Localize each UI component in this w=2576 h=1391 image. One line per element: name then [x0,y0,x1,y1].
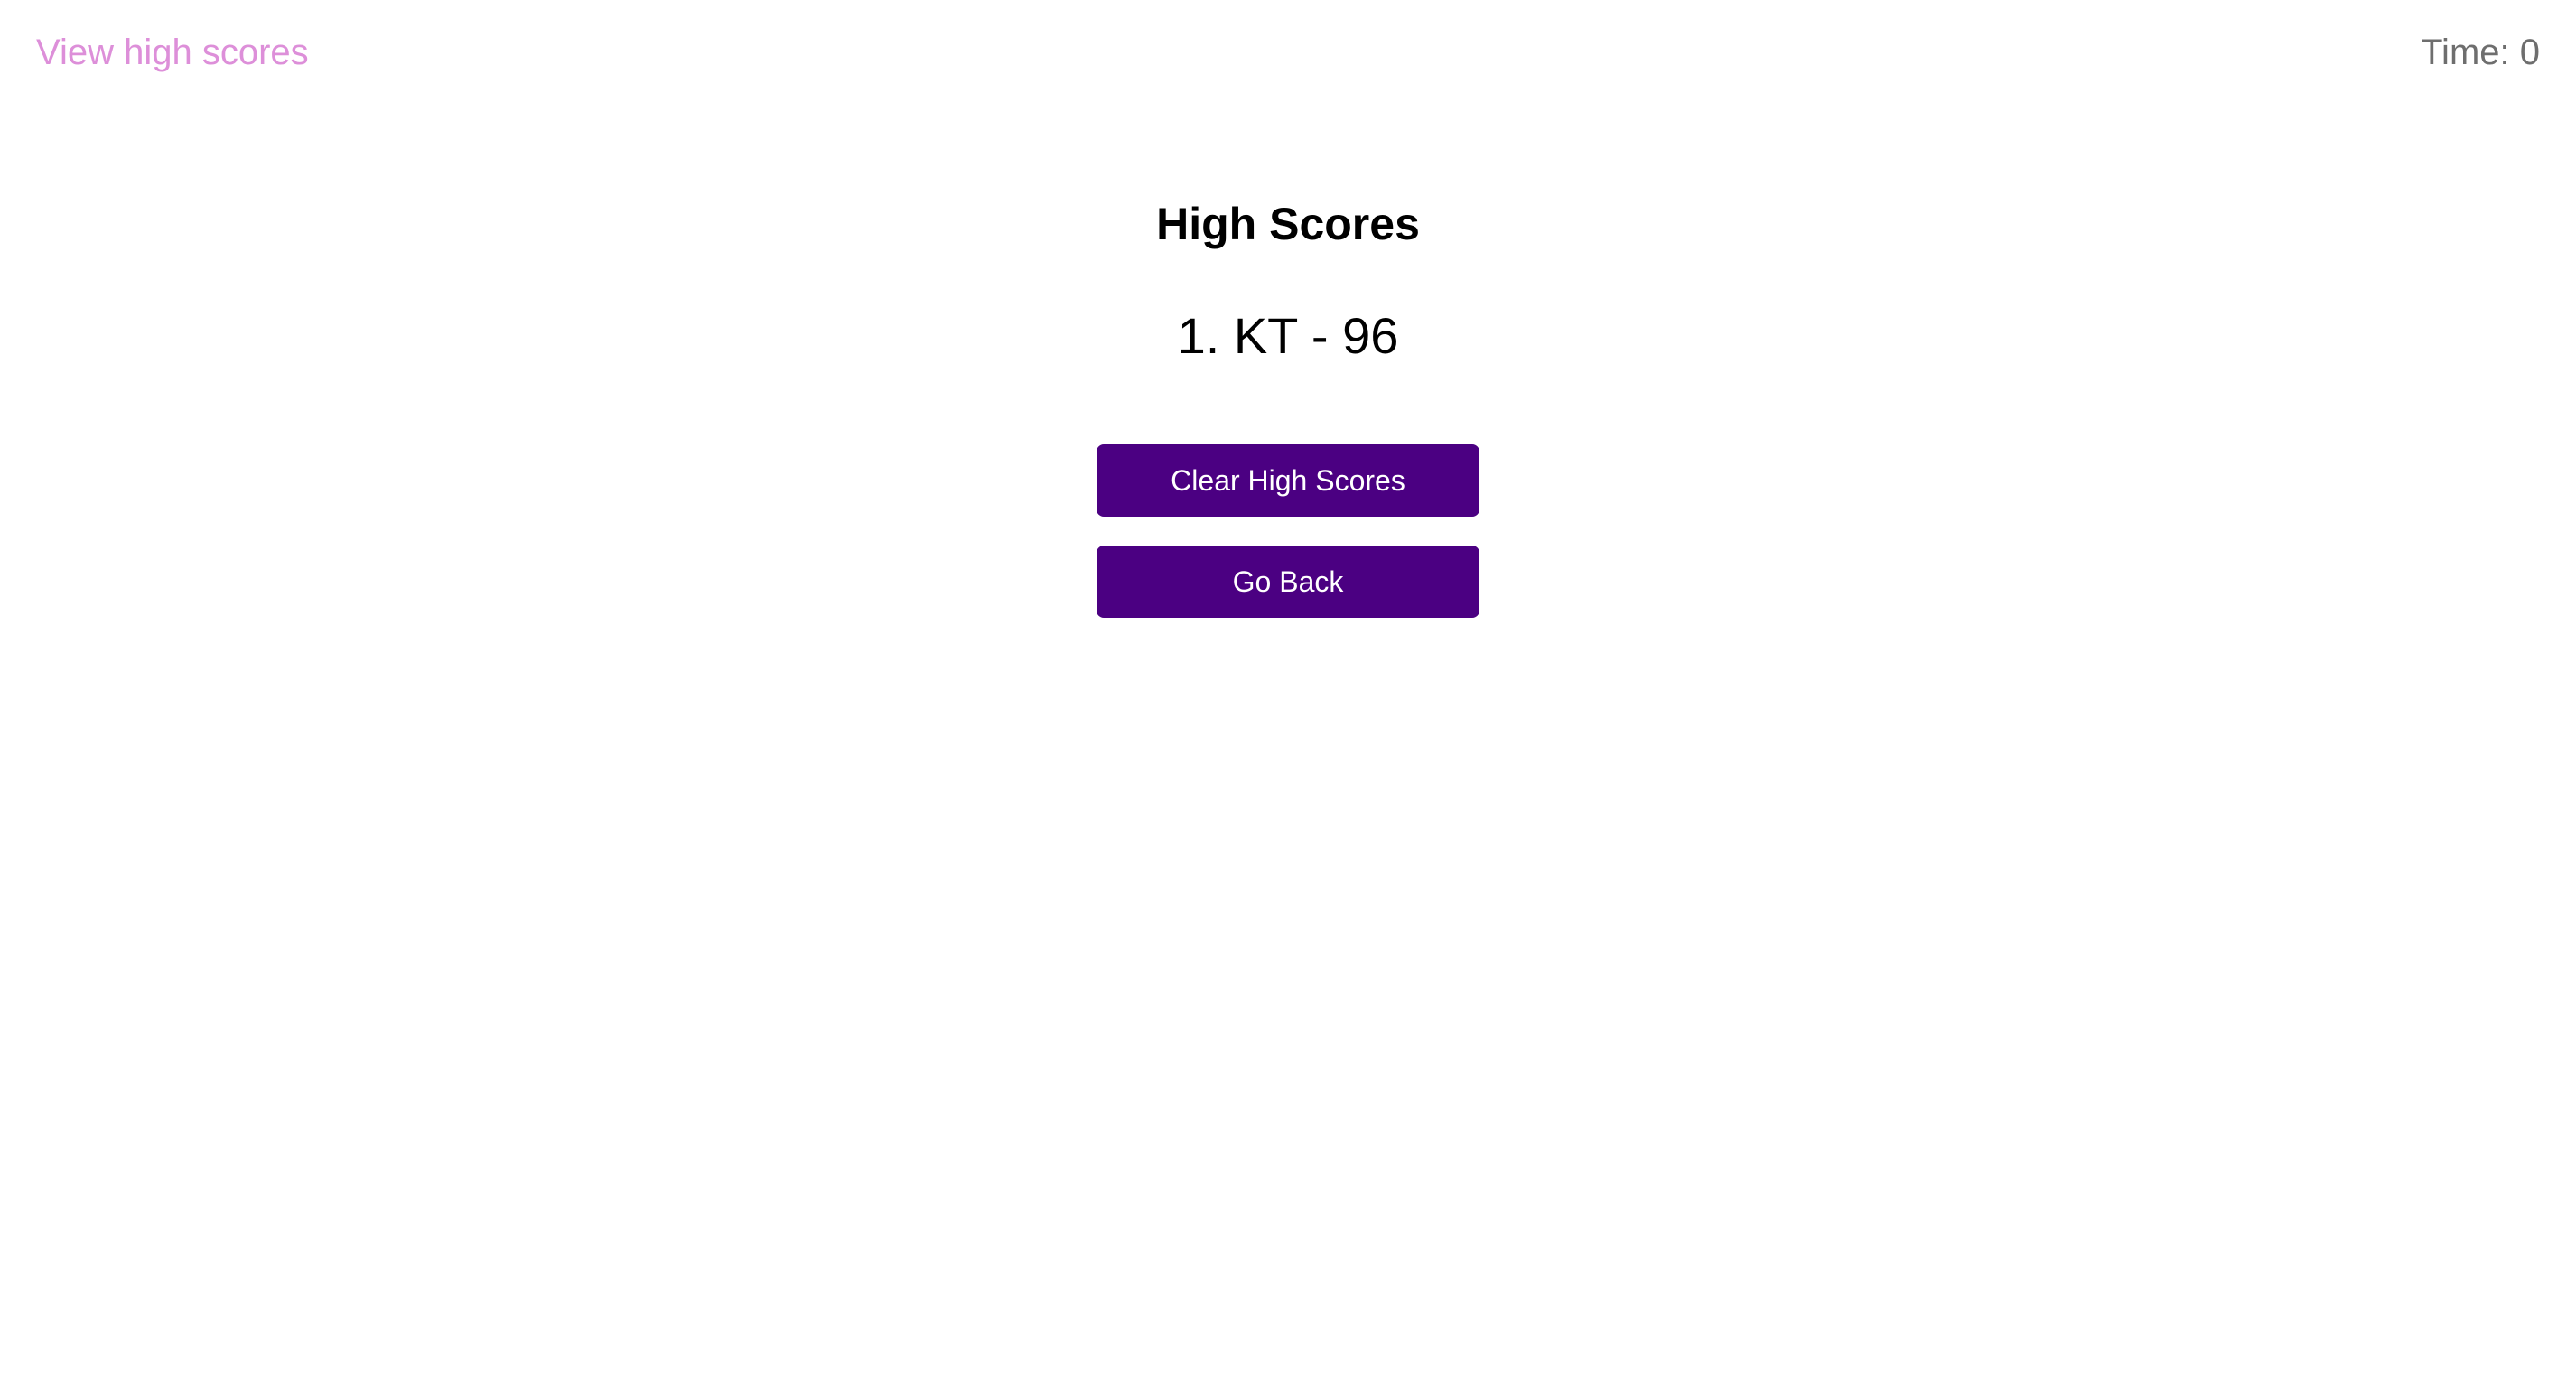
timer-label: Time: [2421,33,2510,72]
timer-value: 0 [2519,33,2540,72]
button-group: Clear High Scores Go Back [0,444,2576,618]
top-bar: View high scores Time: 0 [0,0,2576,108]
view-high-scores-link[interactable]: View high scores [36,33,309,73]
timer: Time: 0 [2421,33,2540,73]
high-scores-panel: High Scores 1. KT - 96 Clear High Scores… [0,190,2576,618]
score-list: 1. KT - 96 [0,307,2576,365]
go-back-button[interactable]: Go Back [1097,546,1479,618]
clear-high-scores-button[interactable]: Clear High Scores [1097,444,1479,517]
page-title: High Scores [1156,199,1420,249]
score-list-item: 1. KT - 96 [1177,307,1399,364]
